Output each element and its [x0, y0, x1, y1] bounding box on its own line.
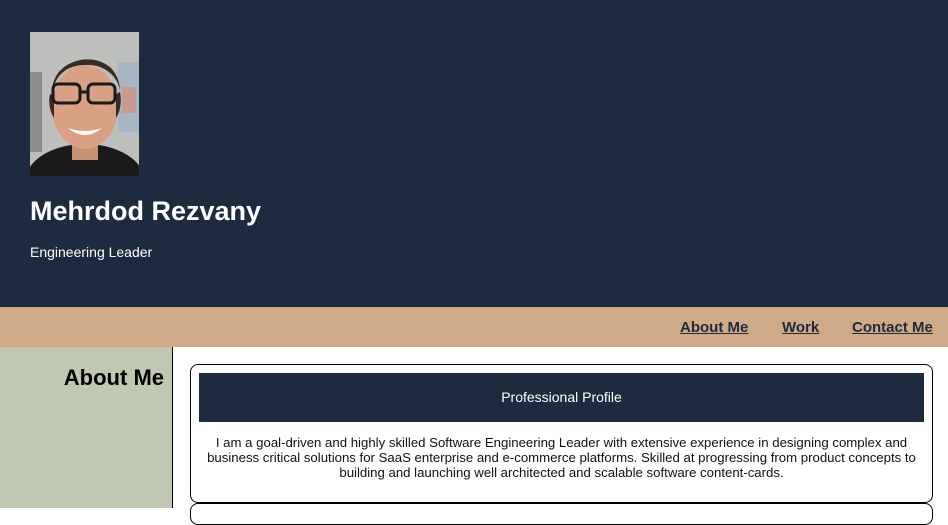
section-sidebar: About Me	[0, 347, 173, 508]
nav-bar: About Me Work Contact Me	[0, 307, 948, 347]
avatar	[30, 32, 139, 176]
section-title: About Me	[63, 365, 164, 390]
profile-card: Professional Profile I am a goal-driven …	[190, 364, 933, 503]
nav-link-about-me[interactable]: About Me	[680, 319, 748, 337]
site-header: Mehrdod Rezvany Engineering Leader	[0, 0, 948, 307]
nav-link-contact-me[interactable]: Contact Me	[852, 319, 933, 337]
next-card	[190, 503, 933, 525]
card-body: I am a goal-driven and highly skilled So…	[207, 435, 916, 480]
nav-link-work[interactable]: Work	[782, 319, 819, 337]
profile-name: Mehrdod Rezvany	[30, 196, 262, 226]
profile-tagline: Engineering Leader	[30, 244, 153, 260]
card-title: Professional Profile	[199, 373, 924, 422]
